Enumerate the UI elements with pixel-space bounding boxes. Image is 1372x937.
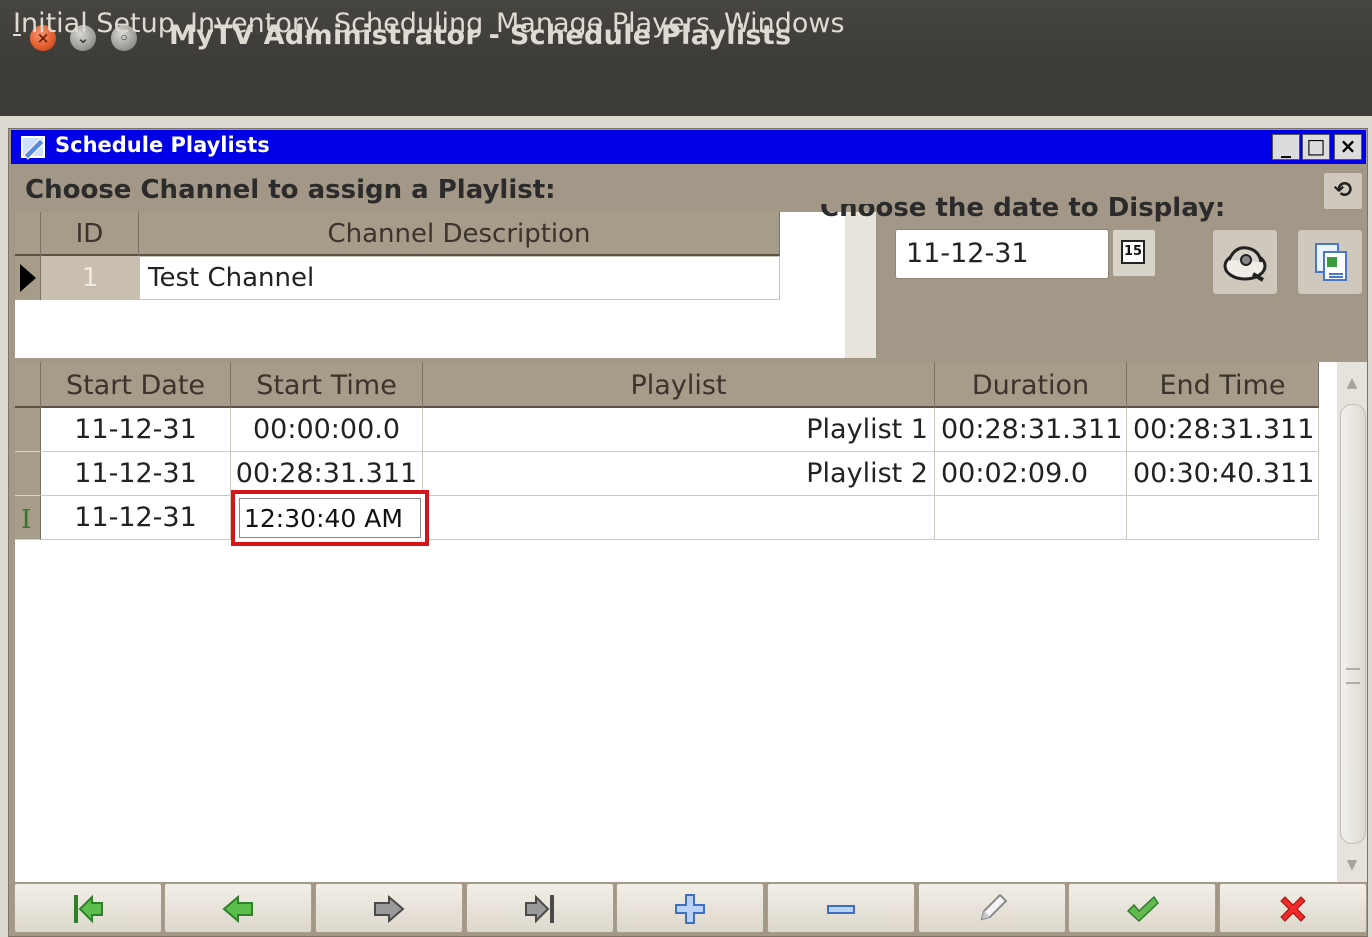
next-record-button[interactable] (315, 883, 463, 933)
start-date-cell[interactable]: 11-12-31 (41, 496, 231, 540)
schedule-row-header[interactable] (15, 408, 41, 452)
start-time-input[interactable] (239, 498, 421, 538)
playlist-cell[interactable]: Playlist 1 (423, 408, 935, 452)
refresh-icon: ⟲ (1333, 178, 1353, 203)
delete-record-button[interactable] (767, 883, 915, 933)
schedule-icon (21, 136, 45, 160)
print-preview-icon (1223, 246, 1267, 282)
playlist-cell[interactable]: Playlist 2 (423, 452, 935, 496)
channel-grid-edge (845, 212, 876, 358)
start-date-cell[interactable]: 11-12-31 (41, 452, 231, 496)
prior-record-button[interactable] (164, 883, 312, 933)
duration-cell[interactable]: 00:02:09.0 (935, 452, 1127, 496)
choose-channel-label: Choose Channel to assign a Playlist: (25, 175, 556, 205)
column-header-channel-description[interactable]: Channel Description (139, 212, 780, 256)
menubar (0, 66, 1372, 116)
column-header-start-date[interactable]: Start Date (41, 362, 231, 408)
column-header-id[interactable]: ID (41, 212, 139, 256)
print-preview-button[interactable] (1212, 229, 1278, 295)
edit-record-button[interactable] (918, 883, 1066, 933)
date-label-overlap (820, 193, 880, 204)
calendar-icon: 15 (1121, 240, 1145, 264)
column-header-end-time[interactable]: End Time (1127, 362, 1319, 408)
checkmark-icon (1126, 895, 1159, 923)
channel-id-cell[interactable]: 1 (41, 256, 139, 300)
prior-record-icon (222, 894, 253, 924)
scrollbar-thumb[interactable] (1340, 404, 1366, 844)
duration-cell[interactable]: 00:28:31.311 (935, 408, 1127, 452)
end-time-cell[interactable] (1127, 496, 1319, 540)
schedule-rowhead-corner (15, 362, 41, 408)
scroll-down-icon[interactable]: ▼ (1337, 848, 1367, 882)
last-record-button[interactable] (466, 883, 614, 933)
column-header-duration[interactable]: Duration (935, 362, 1127, 408)
post-record-button[interactable] (1068, 883, 1216, 933)
pencil-icon (980, 893, 1008, 921)
menu-scheduling[interactable]: Scheduling (334, 8, 483, 39)
scroll-up-icon[interactable]: ▲ (1337, 366, 1367, 400)
column-header-playlist[interactable]: Playlist (423, 362, 935, 408)
start-date-cell[interactable]: 11-12-31 (41, 408, 231, 452)
edit-row-indicator-icon: I (21, 505, 32, 535)
start-time-cell[interactable]: 00:00:00.0 (231, 408, 423, 452)
plus-icon (675, 894, 705, 924)
menu-windows[interactable]: Windows (724, 8, 845, 39)
first-record-icon (74, 894, 103, 924)
menu-manage-players[interactable]: Manage Players (496, 8, 710, 39)
maximize-icon: □ (1306, 134, 1326, 158)
frame-maximize-button[interactable]: □ (1302, 134, 1330, 160)
x-mark-icon (1280, 896, 1306, 922)
refresh-button[interactable]: ⟲ (1323, 172, 1363, 210)
scrollbar-grip-icon (1346, 668, 1360, 684)
next-record-icon (374, 894, 405, 924)
channel-description-cell[interactable]: Test Channel (139, 256, 780, 300)
menu-label: nitial Setup (20, 8, 175, 39)
schedule-row-header[interactable] (15, 452, 41, 496)
menu-mnemonic: I (13, 8, 21, 39)
choose-date-label: Choose the date to Display: (820, 193, 1226, 223)
export-icon (1315, 243, 1347, 281)
close-icon: × (1339, 134, 1357, 158)
insert-record-button[interactable] (616, 883, 764, 933)
export-button[interactable] (1297, 229, 1363, 295)
playlist-cell[interactable] (423, 496, 935, 540)
date-input[interactable]: 11-12-31 (895, 229, 1109, 279)
first-record-button[interactable] (14, 883, 162, 933)
end-time-cell[interactable]: 00:30:40.311 (1127, 452, 1319, 496)
menu-initial-setup[interactable]: Initial Setup (13, 8, 175, 39)
channel-rowhead-corner (15, 212, 41, 256)
minus-icon (827, 905, 855, 914)
current-row-indicator-icon (20, 264, 36, 292)
frame-close-button[interactable]: × (1334, 134, 1362, 160)
duration-cell[interactable] (935, 496, 1127, 540)
end-time-cell[interactable]: 00:28:31.311 (1127, 408, 1319, 452)
last-record-icon (525, 894, 554, 924)
internal-frame-title: Schedule Playlists (55, 133, 270, 157)
minimize-icon: _ (1281, 134, 1291, 158)
column-header-start-time[interactable]: Start Time (231, 362, 423, 408)
menu-inventory[interactable]: Inventory (190, 8, 319, 39)
cancel-record-button[interactable] (1219, 883, 1367, 933)
frame-minimize-button[interactable]: _ (1272, 134, 1300, 160)
